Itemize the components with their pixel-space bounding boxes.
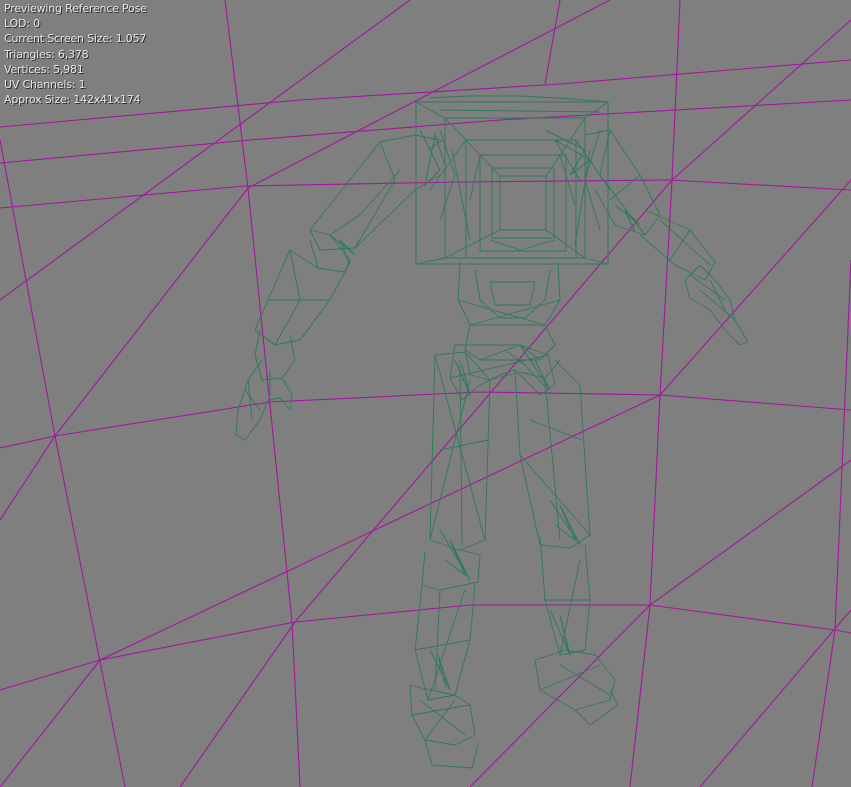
approx-size-text: Approx Size: 142x41x174 xyxy=(4,93,141,107)
mesh-cluster xyxy=(439,529,471,581)
right-arm-wireframe xyxy=(584,129,749,346)
grid-line xyxy=(0,139,126,787)
viewport-canvas[interactable]: Previewing Reference Pose LOD: 0 Current… xyxy=(0,0,851,787)
torso-wireframe xyxy=(457,261,561,381)
lod-text: LOD: 0 xyxy=(4,17,40,31)
grid-line xyxy=(544,0,561,85)
mesh-cluster xyxy=(614,204,641,233)
floor-grid xyxy=(0,0,851,787)
vertices-text: Vertices: 5,981 xyxy=(4,62,84,76)
grid-line xyxy=(629,0,681,787)
mesh-cluster xyxy=(549,609,571,656)
head-wireframe xyxy=(415,95,611,265)
grid-line xyxy=(811,259,851,787)
grid-line xyxy=(699,609,851,787)
dense-mesh-regions xyxy=(329,129,641,691)
right-leg-wireframe xyxy=(514,359,619,726)
grid-line xyxy=(179,19,851,787)
left-leg-wireframe xyxy=(409,351,491,769)
grid-line xyxy=(0,99,851,164)
screen-size-text: Current Screen Size: 1.057 xyxy=(4,32,147,46)
viewport-scene xyxy=(0,0,851,787)
preview-mode-text: Previewing Reference Pose xyxy=(4,2,147,15)
left-arm-wireframe xyxy=(235,134,441,441)
uv-channels-text: UV Channels: 1 xyxy=(4,78,86,92)
mesh-stats-overlay: Previewing Reference Pose LOD: 0 Current… xyxy=(4,1,147,107)
grid-line xyxy=(469,459,851,787)
grid-line xyxy=(0,391,851,449)
triangles-text: Triangles: 6,378 xyxy=(4,47,89,61)
grid-line xyxy=(0,179,851,787)
